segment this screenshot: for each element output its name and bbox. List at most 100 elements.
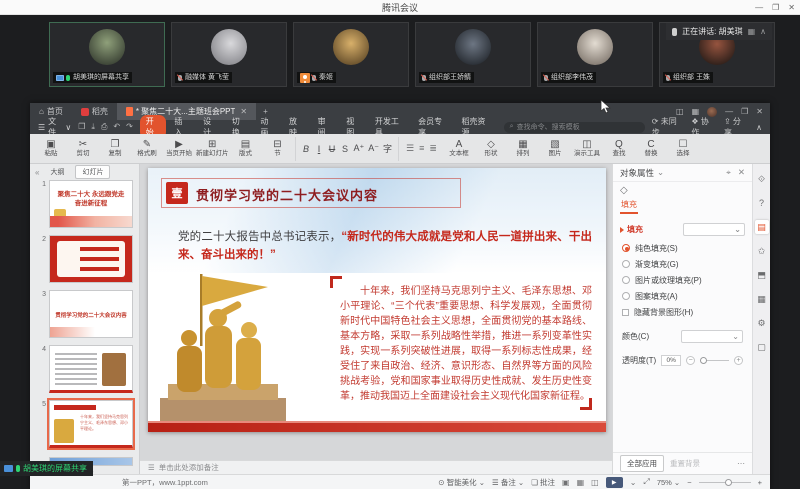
account-avatar[interactable] [707, 107, 717, 117]
chevron-down-icon[interactable]: ⌄ [657, 167, 664, 178]
split-view-icon[interactable]: ◫ [676, 107, 684, 116]
star-recommend-icon[interactable]: ✩ [755, 244, 769, 258]
ribbon-button[interactable]: ⊞ 新建幻灯片 [196, 135, 229, 163]
quick-icon[interactable]: ⤓ [91, 122, 95, 132]
sorter-view-icon[interactable]: ▦ [577, 478, 585, 487]
zoom-out-icon[interactable]: − [687, 478, 691, 487]
fill-option[interactable]: 纯色填充(S) [613, 240, 752, 256]
reading-view-icon[interactable]: ◫ [591, 478, 599, 487]
font-style-button[interactable]: A⁺ [354, 143, 365, 154]
workspace-grid-icon[interactable]: ▦ [692, 107, 700, 116]
ribbon-button[interactable]: ▣ 粘贴 [36, 135, 66, 163]
window-minimize-icon[interactable] [725, 107, 733, 116]
help-icon[interactable]: ? [755, 196, 769, 210]
ribbon-button[interactable]: ◫ 演示工具 [572, 135, 602, 163]
font-style-button[interactable]: U [328, 144, 337, 154]
align-center-icon[interactable]: ≡ [419, 143, 424, 154]
increase-icon[interactable]: + [734, 356, 743, 365]
fill-option[interactable]: 图片或纹理填充(P) [613, 272, 752, 288]
slide-thumbnail[interactable] [49, 235, 133, 283]
comments-button[interactable]: ❏ 批注 [531, 477, 555, 488]
layout-grid-icon[interactable]: ▦ [748, 27, 756, 36]
tab-docer[interactable]: 稻壳 [72, 103, 117, 120]
selection-pane-icon[interactable]: ⬒ [755, 268, 769, 282]
ribbon-button[interactable]: ⊟ 节 [263, 135, 293, 163]
ribbon-button[interactable]: ▤ 版式 [231, 135, 261, 163]
ribbon-button[interactable]: A 文本框 [444, 135, 474, 163]
font-style-button[interactable]: B [302, 144, 311, 154]
participant-tile[interactable]: 融媒体 黄飞莹 [171, 22, 287, 87]
tab-outline[interactable]: 大纲 [44, 166, 70, 178]
transparency-slider[interactable] [700, 360, 729, 361]
font-style-button[interactable]: A⁻ [368, 143, 379, 154]
window-close-icon[interactable] [756, 107, 763, 116]
ribbon-collapse-icon[interactable]: ∧ [756, 123, 762, 132]
settings-gear-icon[interactable]: ⚙ [755, 316, 769, 330]
ribbon-button[interactable]: ☐ 选择 [668, 135, 698, 163]
font-style-button[interactable]: I [315, 144, 324, 154]
participant-tile[interactable]: 组织部王娇鲭 [415, 22, 531, 87]
notes-toggle-button[interactable]: ☰ 备注 ⌄ [492, 477, 524, 488]
ribbon-button[interactable]: Q 查找 [604, 135, 634, 163]
participant-tile[interactable]: 组织部李伟茂 [537, 22, 653, 87]
close-icon[interactable]: ✕ [788, 3, 795, 12]
normal-view-icon[interactable]: ▣ [562, 478, 570, 487]
fill-option[interactable]: 渐变填充(G) [613, 256, 752, 272]
smart-beautify-button[interactable]: ⊙ 智能美化 ⌄ [438, 477, 485, 488]
slideshow-play-button[interactable]: ▶ [606, 477, 623, 488]
window-restore-icon[interactable] [741, 107, 748, 116]
tab-slides[interactable]: 幻灯片 [75, 165, 110, 179]
participant-tile[interactable]: 秦姬 [293, 22, 409, 87]
screen-share-indicator[interactable]: 胡美琪的屏幕共享 [0, 461, 93, 476]
participant-tile[interactable]: 胡美琪的屏幕共享 [49, 22, 165, 87]
ribbon-button[interactable]: ✂ 剪切 [68, 135, 98, 163]
fill-style-dropdown[interactable]: ⌄ [683, 223, 745, 236]
panel-collapse-icon[interactable]: « [35, 168, 39, 177]
font-style-button[interactable]: 字 [383, 142, 392, 155]
play-options-icon[interactable]: ⌄ [630, 478, 637, 487]
close-panel-icon[interactable]: ✕ [738, 167, 745, 178]
screen-share-icon [56, 75, 64, 81]
ribbon-button[interactable]: ❐ 复制 [100, 135, 130, 163]
fill-option[interactable]: 图案填充(A) [613, 288, 752, 304]
list-icon[interactable]: ≣ [429, 143, 437, 154]
hide-background-option[interactable]: 隐藏背景图形(H) [613, 304, 752, 320]
properties-icon[interactable]: ⟐ [755, 172, 769, 186]
fit-window-icon[interactable]: ⤢ [643, 477, 649, 487]
slide-thumbnail[interactable]: 聚焦二十大 永远跟党走 奋进新征程 [49, 180, 133, 228]
zoom-slider[interactable] [699, 482, 751, 483]
ribbon-button[interactable]: ▦ 排列 [508, 135, 538, 163]
quick-icon[interactable]: ↷ [126, 122, 133, 132]
color-dropdown[interactable]: ⌄ [681, 330, 743, 343]
reader-icon[interactable]: ▢ [755, 340, 769, 354]
quick-icon[interactable]: ↶ [113, 122, 120, 132]
zoom-level[interactable]: 75% ⌄ [657, 478, 680, 487]
slide-thumbnail[interactable] [49, 345, 133, 393]
pin-icon[interactable]: ⌖ [726, 167, 731, 178]
zoom-in-icon[interactable]: + [758, 478, 762, 487]
align-left-icon[interactable]: ☰ [406, 143, 414, 154]
slide-thumbnail[interactable]: 贯彻学习党的二十大会议内容 [49, 290, 133, 338]
ribbon-button[interactable]: ▧ 图片 [540, 135, 570, 163]
ribbon-button[interactable]: C 替换 [636, 135, 666, 163]
ribbon-button[interactable]: ✎ 格式刷 [132, 135, 162, 163]
chart-icon[interactable]: ▦ [755, 292, 769, 306]
font-style-button[interactable]: S [341, 144, 350, 154]
notes-bar[interactable]: ☰ 单击此处添加备注 [140, 460, 612, 474]
collapse-arrow-icon[interactable]: ∧ [760, 27, 766, 36]
reset-background-button[interactable]: 重置背景 [670, 458, 700, 469]
docer-logo-icon [81, 108, 89, 116]
maximize-icon[interactable]: ❐ [772, 3, 779, 12]
fill-tab[interactable]: 填充 [620, 199, 638, 214]
quick-icon[interactable]: ❐ [78, 122, 85, 132]
command-search-input[interactable]: ⌕ 查找命令、搜索模板 [504, 122, 645, 133]
decrease-icon[interactable]: − [686, 356, 695, 365]
object-properties-icon[interactable]: ▤ [755, 220, 769, 234]
slide-thumbnail[interactable]: 十年来，我们坚持马克思列宁主义、毛泽东思想、邓小平理论。 [49, 400, 133, 448]
more-options-icon[interactable]: ⋯ [737, 459, 745, 468]
apply-all-button[interactable]: 全部应用 [620, 455, 664, 472]
minimize-icon[interactable]: — [755, 3, 763, 12]
ribbon-button[interactable]: ▶ 当页开始 [164, 135, 194, 163]
ribbon-button[interactable]: ◇ 形状 [476, 135, 506, 163]
quick-icon[interactable]: ⎙ [101, 122, 107, 132]
